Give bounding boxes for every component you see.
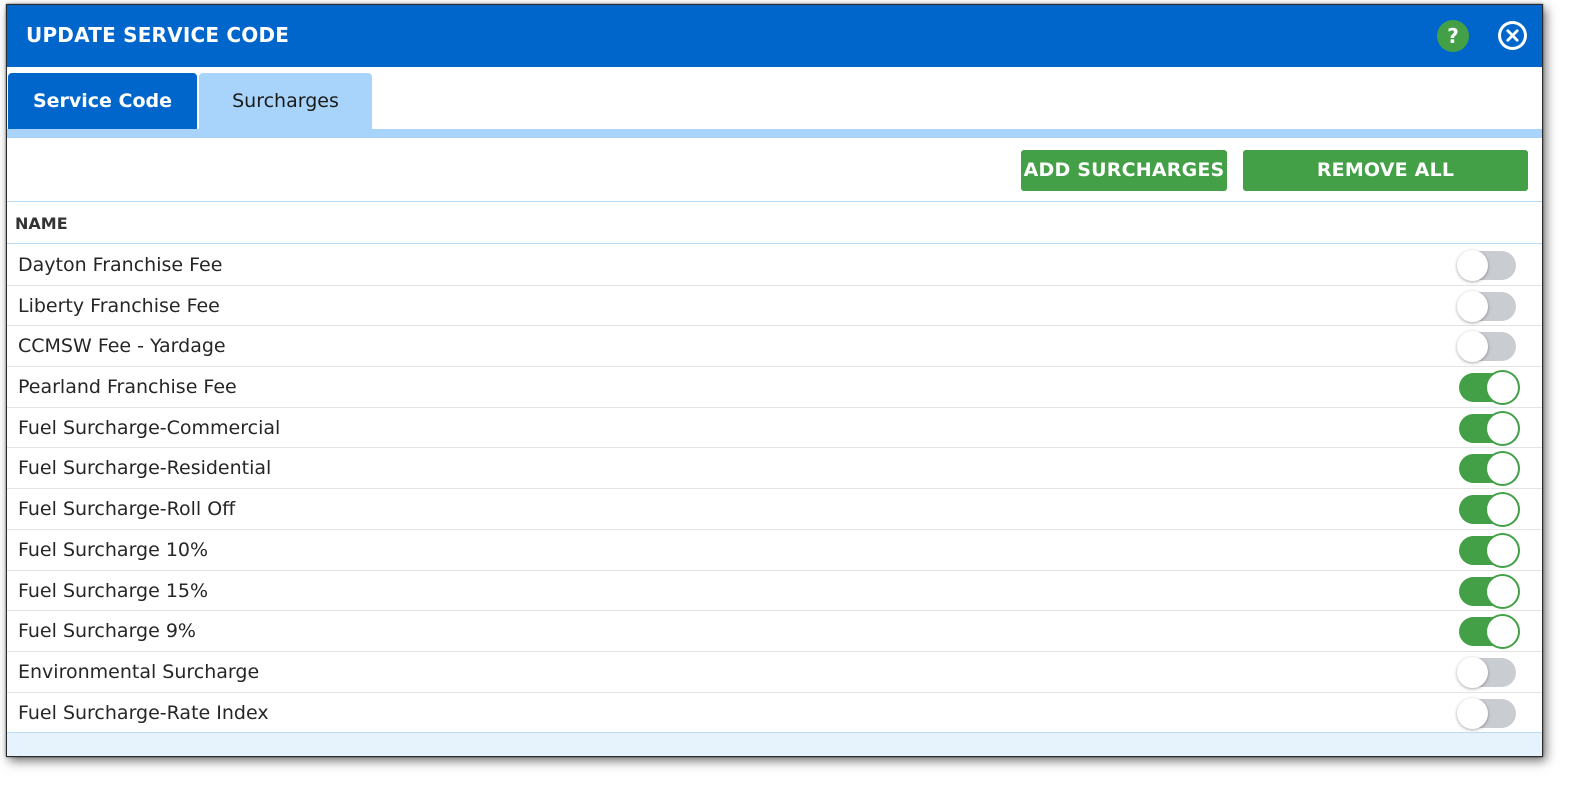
surcharge-name: Fuel Surcharge-Residential	[18, 457, 272, 480]
surcharge-toggle[interactable]	[1459, 453, 1518, 485]
toggle-knob	[1457, 656, 1488, 688]
toggle-knob	[1487, 534, 1518, 566]
toggle-knob	[1487, 372, 1518, 404]
surcharge-name: Fuel Surcharge-Commercial	[18, 416, 281, 439]
table-header: NAME	[7, 203, 1542, 244]
table-row: Dayton Franchise Fee	[7, 245, 1542, 286]
surcharge-toggle[interactable]	[1459, 534, 1518, 566]
table-row: Fuel Surcharge-Rate Index	[7, 693, 1542, 734]
toggle-knob	[1457, 250, 1488, 281]
dialog-header: UPDATE SERVICE CODE ?	[7, 5, 1542, 67]
surcharge-name: Fuel Surcharge 10%	[18, 538, 209, 561]
surcharge-name: Environmental Surcharge	[18, 660, 260, 683]
dialog-title: UPDATE SERVICE CODE	[26, 23, 290, 47]
tab-bar: Service Code Surcharges	[7, 67, 1542, 135]
table-row: Fuel Surcharge 15%	[7, 571, 1542, 612]
surcharge-name: Dayton Franchise Fee	[18, 254, 223, 276]
update-service-code-dialog: UPDATE SERVICE CODE ? Service Code Surch…	[6, 4, 1543, 757]
surcharge-name: CCMSW Fee - Yardage	[18, 335, 226, 358]
toggle-knob	[1457, 331, 1488, 363]
dialog-footer	[7, 732, 1542, 756]
toggle-knob	[1487, 616, 1518, 648]
toggle-knob	[1487, 494, 1518, 526]
surcharge-name: Liberty Franchise Fee	[18, 294, 220, 317]
surcharge-name: Pearland Franchise Fee	[18, 376, 237, 399]
table-row: Environmental Surcharge	[7, 652, 1542, 693]
table-row: Fuel Surcharge 9%	[7, 611, 1542, 652]
tab-surcharges[interactable]: Surcharges	[199, 73, 372, 129]
surcharge-toggle[interactable]	[1459, 372, 1518, 404]
toggle-knob	[1457, 290, 1488, 322]
close-circle-icon	[1501, 24, 1524, 47]
surcharge-toggle[interactable]	[1457, 250, 1516, 281]
table-row: Pearland Franchise Fee	[7, 367, 1542, 408]
surcharge-name: Fuel Surcharge-Rate Index	[18, 701, 269, 724]
column-header-name[interactable]: NAME	[15, 214, 68, 233]
remove-all-surcharges-button[interactable]: REMOVE ALL SURCHARGES	[1243, 150, 1528, 222]
surcharge-toggle[interactable]	[1457, 697, 1516, 729]
table-row: CCMSW Fee - Yardage	[7, 326, 1542, 368]
surcharge-name: Fuel Surcharge 9%	[18, 620, 196, 643]
surcharge-toggle[interactable]	[1459, 412, 1518, 444]
tab-underline	[7, 129, 1542, 138]
toggle-knob	[1487, 453, 1518, 485]
surcharge-toggle[interactable]	[1457, 656, 1516, 688]
toggle-knob	[1487, 412, 1518, 444]
table-row: Fuel Surcharge 10%	[7, 530, 1542, 571]
question-circle-icon: ?	[1447, 24, 1459, 48]
toggle-knob	[1487, 575, 1518, 607]
help-button[interactable]: ?	[1437, 20, 1469, 52]
toggle-knob	[1457, 697, 1488, 729]
surcharge-toggle[interactable]	[1459, 494, 1518, 526]
tab-service-code[interactable]: Service Code	[8, 73, 197, 129]
surcharge-toggle[interactable]	[1459, 616, 1518, 648]
table-row: Liberty Franchise Fee	[7, 286, 1542, 327]
table-row: Fuel Surcharge-Commercial	[7, 408, 1542, 449]
surcharge-name: Fuel Surcharge 15%	[18, 579, 209, 602]
surcharge-toggle[interactable]	[1459, 575, 1518, 607]
surcharge-toggle[interactable]	[1457, 290, 1516, 322]
surcharge-name: Fuel Surcharge-Roll Off	[18, 498, 236, 521]
surcharge-list: Dayton Franchise Fee Liberty Franchise Fe…	[7, 245, 1542, 734]
surcharges-toolbar: ADD SURCHARGES REMOVE ALL SURCHARGES	[7, 138, 1542, 222]
table-row: Fuel Surcharge-Residential	[7, 448, 1542, 490]
table-row: Fuel Surcharge-Roll Off	[7, 489, 1542, 530]
close-button[interactable]	[1498, 21, 1527, 50]
add-surcharges-button[interactable]: ADD SURCHARGES	[1021, 150, 1227, 191]
surcharge-toggle[interactable]	[1457, 331, 1516, 363]
